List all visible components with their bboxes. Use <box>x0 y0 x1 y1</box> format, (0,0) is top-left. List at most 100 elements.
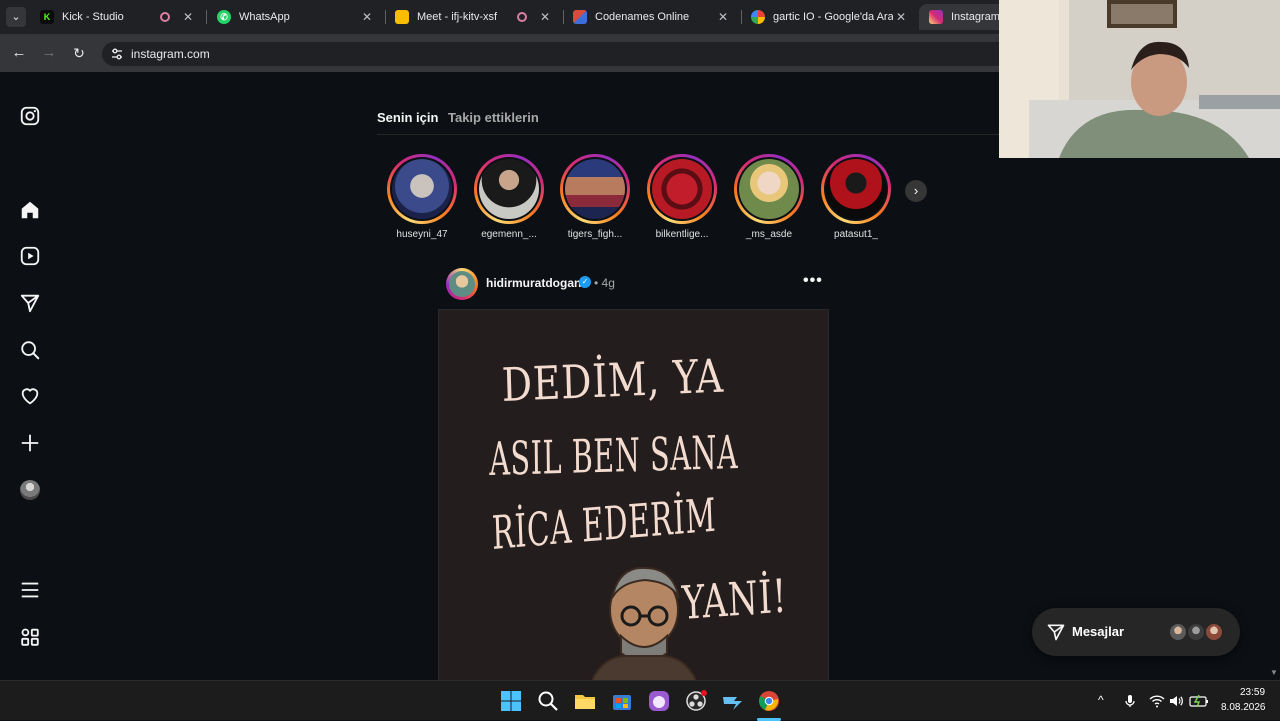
verified-badge-icon: ✓ <box>579 276 591 288</box>
reload-button[interactable]: ↻ <box>69 43 89 63</box>
close-tab-icon[interactable]: ✕ <box>893 10 909 24</box>
post-timestamp: • 4g <box>594 276 615 290</box>
direct-messages-icon <box>1047 624 1065 641</box>
windows-taskbar: ^ 23:59 8.08.2026 <box>0 680 1280 721</box>
feed-tabs-divider <box>377 134 999 135</box>
site-settings-icon[interactable] <box>110 47 124 61</box>
story-item[interactable]: egemenn_... <box>471 154 547 244</box>
webcam-feed-image <box>999 0 1280 158</box>
illustrated-man-portrait <box>591 566 697 680</box>
tab-title: Kick - Studio <box>62 11 124 23</box>
tab-kick-studio[interactable]: K Kick - Studio ✕ <box>30 4 207 30</box>
instagram-logo-icon[interactable] <box>19 105 41 127</box>
home-icon[interactable] <box>19 199 41 221</box>
avatar <box>1168 622 1188 642</box>
story-avatar <box>565 159 625 219</box>
story-avatar <box>652 159 712 219</box>
search-icon[interactable] <box>19 339 41 361</box>
tab-title: Codenames Online <box>595 11 690 23</box>
close-tab-icon[interactable]: ✕ <box>359 10 375 24</box>
story-username: _ms_asde <box>745 229 793 240</box>
story-item[interactable]: huseyni_47 <box>384 154 460 244</box>
steam-icon[interactable] <box>720 689 744 713</box>
google-meet-icon <box>395 10 409 24</box>
whatsapp-icon: ✆ <box>217 10 231 24</box>
post-header: hidirmuratdogan ✓ • 4g ••• <box>446 268 826 300</box>
tab-for-you[interactable]: Senin için <box>377 110 438 125</box>
post-image[interactable]: DEDİM, YA ASIL BEN SANA RİCA EDERİM YANİ… <box>438 309 829 680</box>
post-author-avatar[interactable] <box>446 268 478 300</box>
apps-grid-icon[interactable] <box>19 626 41 648</box>
story-item[interactable]: patasut1_ <box>818 154 894 244</box>
microphone-icon[interactable] <box>1122 693 1138 709</box>
wifi-icon[interactable] <box>1149 693 1165 709</box>
tab-title: gartic IO - Google'da Ara <box>773 11 893 23</box>
forward-button[interactable]: → <box>39 43 59 63</box>
story-username: patasut1_ <box>834 229 878 240</box>
more-menu-icon[interactable] <box>19 579 41 601</box>
close-tab-icon[interactable]: ✕ <box>537 10 553 24</box>
close-tab-icon[interactable]: ✕ <box>180 10 196 24</box>
tab-title: WhatsApp <box>239 11 290 23</box>
tab-google-meet[interactable]: Meet - ifj-kitv-xsf ✕ <box>385 4 564 30</box>
url-text: instagram.com <box>131 47 210 61</box>
story-item[interactable]: _ms_asde <box>731 154 807 244</box>
story-avatar <box>739 159 799 219</box>
recording-indicator-icon <box>517 12 527 22</box>
direct-messages-icon[interactable] <box>19 292 41 314</box>
notifications-heart-icon[interactable] <box>19 385 41 407</box>
quote-line: DEDİM, YA <box>501 348 725 412</box>
clock-time[interactable]: 23:59 <box>1240 687 1265 698</box>
tab-search-button[interactable]: ⌄ <box>6 7 26 27</box>
webcam-overlay <box>999 0 1280 158</box>
address-bar[interactable]: instagram.com <box>102 42 1002 66</box>
tray-overflow-chevron-icon[interactable]: ^ <box>1098 693 1104 707</box>
avatar <box>1186 622 1206 642</box>
back-button[interactable]: ← <box>9 43 29 63</box>
tab-whatsapp[interactable]: ✆ WhatsApp ✕ <box>207 4 386 30</box>
tab-google-search[interactable]: gartic IO - Google'da Ara ✕ <box>741 4 919 30</box>
file-explorer-icon[interactable] <box>573 689 597 713</box>
story-avatar <box>392 159 452 219</box>
story-item[interactable]: tigers_figh... <box>557 154 633 244</box>
create-plus-icon[interactable] <box>19 432 41 454</box>
search-icon[interactable] <box>536 689 560 713</box>
recording-indicator-icon <box>160 12 170 22</box>
clock-date[interactable]: 8.08.2026 <box>1221 702 1266 713</box>
profile-avatar[interactable] <box>20 480 40 500</box>
tab-codenames[interactable]: Codenames Online ✕ <box>563 4 742 30</box>
windows-start-icon[interactable] <box>499 689 523 713</box>
game-app-icon[interactable] <box>647 689 671 713</box>
battery-charging-icon[interactable] <box>1189 693 1209 709</box>
separator-dot: • <box>594 276 599 290</box>
instagram-icon <box>929 10 943 24</box>
story-username: tigers_figh... <box>567 229 623 240</box>
story-username: huseyni_47 <box>396 229 448 240</box>
stories-next-chevron-icon[interactable]: › <box>905 180 927 202</box>
quote-line: RİCA EDERİM <box>491 487 718 560</box>
post-username[interactable]: hidirmuratdogan <box>486 276 581 290</box>
volume-icon[interactable] <box>1168 693 1184 709</box>
tab-instagram[interactable]: Instagram <box>919 4 1009 30</box>
tab-title: Meet - ifj-kitv-xsf <box>417 11 498 23</box>
messages-button[interactable]: Mesajlar <box>1032 608 1240 656</box>
close-tab-icon[interactable]: ✕ <box>715 10 731 24</box>
quote-line: ASIL BEN SANA <box>489 424 739 486</box>
story-username: bilkentlige... <box>655 229 709 240</box>
codenames-icon <box>573 10 587 24</box>
post-age: 4g <box>601 276 615 290</box>
instagram-page: Senin için Takip ettiklerin huseyni_47 e… <box>0 72 1280 680</box>
post-options-icon[interactable]: ••• <box>803 272 823 290</box>
story-avatar <box>826 159 886 219</box>
microsoft-store-icon[interactable] <box>610 689 634 713</box>
scrollbar-down-arrow-icon[interactable]: ▼ <box>1270 668 1280 678</box>
kick-icon: K <box>40 10 54 24</box>
chrome-icon[interactable] <box>757 689 781 713</box>
avatar <box>1204 622 1224 642</box>
story-avatar <box>479 159 539 219</box>
story-item[interactable]: bilkentlige... <box>644 154 720 244</box>
obs-studio-icon[interactable] <box>684 689 708 713</box>
reels-icon[interactable] <box>19 245 41 267</box>
messages-label: Mesajlar <box>1072 624 1125 639</box>
tab-following[interactable]: Takip ettiklerin <box>448 110 539 125</box>
